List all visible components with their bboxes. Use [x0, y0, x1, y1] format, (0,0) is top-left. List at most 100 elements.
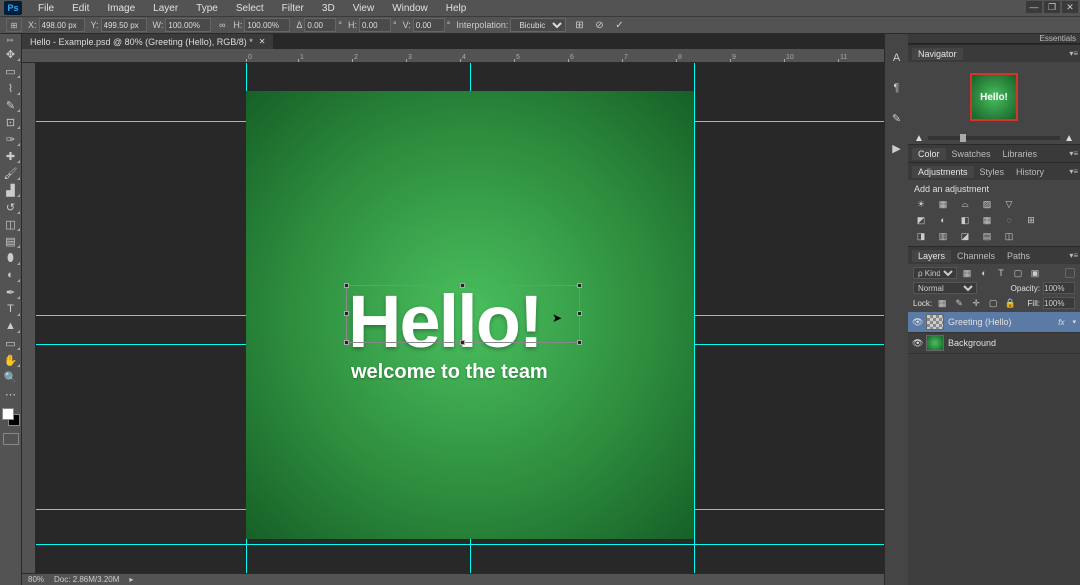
character-panel-icon[interactable]: A [889, 50, 905, 66]
filter-shape-icon[interactable]: ▢ [1011, 267, 1025, 279]
levels-adj-icon[interactable]: ▦ [936, 198, 950, 210]
lock-artboard-icon[interactable]: ▢ [986, 297, 1000, 309]
brush-tool[interactable]: 🖌 [2, 166, 20, 180]
fill-input[interactable] [1043, 297, 1075, 309]
menu-image[interactable]: Image [99, 1, 143, 16]
zoom-tool[interactable]: 🔍 [2, 370, 20, 384]
shape-tool[interactable]: ▭ [2, 336, 20, 350]
foreground-color[interactable] [2, 408, 14, 420]
eraser-tool[interactable]: ◫ [2, 217, 20, 231]
panel-menu-icon[interactable]: ▾≡ [1069, 251, 1078, 260]
zoom-display[interactable]: 80% [28, 575, 44, 584]
posterize-adj-icon[interactable]: ▥ [936, 230, 950, 242]
history-brush-tool[interactable]: ↺ [2, 200, 20, 214]
photofilter-adj-icon[interactable]: ▦ [980, 214, 994, 226]
curves-adj-icon[interactable]: ⌓ [958, 198, 972, 210]
menu-window[interactable]: Window [384, 1, 436, 16]
vibrance-adj-icon[interactable]: ▽ [1002, 198, 1016, 210]
exposure-adj-icon[interactable]: ▨ [980, 198, 994, 210]
skew-v-input[interactable] [413, 18, 445, 32]
tab-navigator[interactable]: Navigator [912, 48, 963, 60]
stamp-tool[interactable]: ▟ [2, 183, 20, 197]
filter-pixel-icon[interactable]: ▦ [960, 267, 974, 279]
layer-name[interactable]: Greeting (Hello) [948, 317, 1012, 327]
blend-mode-select[interactable]: Normal [913, 282, 977, 294]
opacity-input[interactable] [1043, 282, 1075, 294]
interp-select[interactable]: Bicubic [510, 18, 566, 32]
panel-menu-icon[interactable]: ▾≡ [1069, 49, 1078, 58]
tab-styles[interactable]: Styles [974, 166, 1011, 178]
navigator-zoom-slider[interactable]: ▲ ▲ [908, 132, 1080, 144]
layer-row-greeting[interactable]: 👁 Greeting (Hello) fx ▾ [908, 312, 1080, 333]
lasso-tool[interactable]: ⌇ [2, 81, 20, 95]
brush-panel-icon[interactable]: ✎ [889, 110, 905, 126]
channelmixer-adj-icon[interactable]: ◌ [1002, 214, 1016, 226]
dodge-tool[interactable]: ◐ [2, 268, 20, 282]
path-select-tool[interactable]: ▲ [2, 319, 20, 333]
bw-adj-icon[interactable]: ◧ [958, 214, 972, 226]
menu-type[interactable]: Type [188, 1, 226, 16]
menu-3d[interactable]: 3D [314, 1, 343, 16]
layer-thumbnail[interactable] [926, 335, 944, 351]
layer-filter-kind[interactable]: ρ Kind [913, 267, 957, 279]
lock-all-icon[interactable]: 🔒 [1003, 297, 1017, 309]
status-arrow-icon[interactable]: ▸ [129, 575, 133, 584]
document-canvas[interactable]: Hello! welcome to the team ➤ [246, 91, 694, 539]
transform-handle-ne[interactable] [577, 283, 582, 288]
h-input[interactable] [244, 18, 290, 32]
zoom-in-icon[interactable]: ▲ [1064, 133, 1074, 144]
blur-tool[interactable]: ⬮ [2, 251, 20, 265]
essentials-workspace-button[interactable]: Essentials [908, 34, 1080, 44]
guide-vertical[interactable] [694, 63, 695, 573]
color-swatches[interactable] [2, 408, 20, 426]
quick-select-tool[interactable]: ✎ [2, 98, 20, 112]
filter-toggle[interactable] [1065, 268, 1075, 278]
visibility-toggle-icon[interactable]: 👁 [912, 317, 922, 328]
menu-select[interactable]: Select [228, 1, 272, 16]
selective-adj-icon[interactable]: ◫ [1002, 230, 1016, 242]
link-wh-icon[interactable]: ∞ [217, 20, 227, 30]
skew-h-input[interactable] [359, 18, 391, 32]
transform-ref-icon[interactable]: ⊞ [6, 18, 22, 32]
lock-pixels-icon[interactable]: ✎ [952, 297, 966, 309]
visibility-toggle-icon[interactable]: 👁 [912, 338, 922, 349]
filter-smart-icon[interactable]: ▣ [1028, 267, 1042, 279]
colorbalance-adj-icon[interactable]: ◐ [936, 214, 950, 226]
layer-row-background[interactable]: 👁 Background [908, 333, 1080, 354]
menu-view[interactable]: View [345, 1, 383, 16]
heal-tool[interactable]: ✚ [2, 149, 20, 163]
type-tool[interactable]: T [2, 302, 20, 316]
panel-menu-icon[interactable]: ▾≡ [1069, 167, 1078, 176]
tab-channels[interactable]: Channels [951, 250, 1001, 262]
cancel-transform-button[interactable]: ⊘ [592, 18, 606, 32]
paragraph-panel-icon[interactable]: ¶ [889, 80, 905, 96]
hue-adj-icon[interactable]: ◩ [914, 214, 928, 226]
tab-libraries[interactable]: Libraries [997, 148, 1044, 160]
x-input[interactable] [39, 18, 85, 32]
w-input[interactable] [165, 18, 211, 32]
fx-badge[interactable]: fx [1058, 318, 1068, 327]
tab-color[interactable]: Color [912, 148, 946, 160]
ruler-horizontal[interactable]: 0 1 2 3 4 5 6 7 8 9 10 11 [22, 49, 884, 63]
lock-pos-icon[interactable]: ✛ [969, 297, 983, 309]
tab-swatches[interactable]: Swatches [946, 148, 997, 160]
tab-history[interactable]: History [1010, 166, 1050, 178]
pen-tool[interactable]: ✒ [2, 285, 20, 299]
panel-menu-icon[interactable]: ▾≡ [1069, 149, 1078, 158]
marquee-tool[interactable]: ▭ [2, 64, 20, 78]
tab-layers[interactable]: Layers [912, 250, 951, 262]
fx-expand-icon[interactable]: ▾ [1072, 318, 1076, 326]
threshold-adj-icon[interactable]: ◪ [958, 230, 972, 242]
brightness-adj-icon[interactable]: ☀ [914, 198, 928, 210]
canvas-viewport[interactable]: Hello! welcome to the team ➤ [36, 63, 884, 573]
layer-thumbnail[interactable] [926, 314, 944, 330]
edit-toolbar[interactable]: ⋯ [2, 387, 20, 401]
guide-horizontal[interactable] [36, 544, 884, 545]
warp-icon[interactable]: ⊞ [572, 18, 586, 32]
commit-transform-button[interactable]: ✓ [612, 18, 626, 32]
filter-type-icon[interactable]: T [994, 267, 1008, 279]
menu-filter[interactable]: Filter [274, 1, 312, 16]
lock-trans-icon[interactable]: ▦ [935, 297, 949, 309]
y-input[interactable] [101, 18, 147, 32]
transform-handle-e[interactable] [577, 311, 582, 316]
